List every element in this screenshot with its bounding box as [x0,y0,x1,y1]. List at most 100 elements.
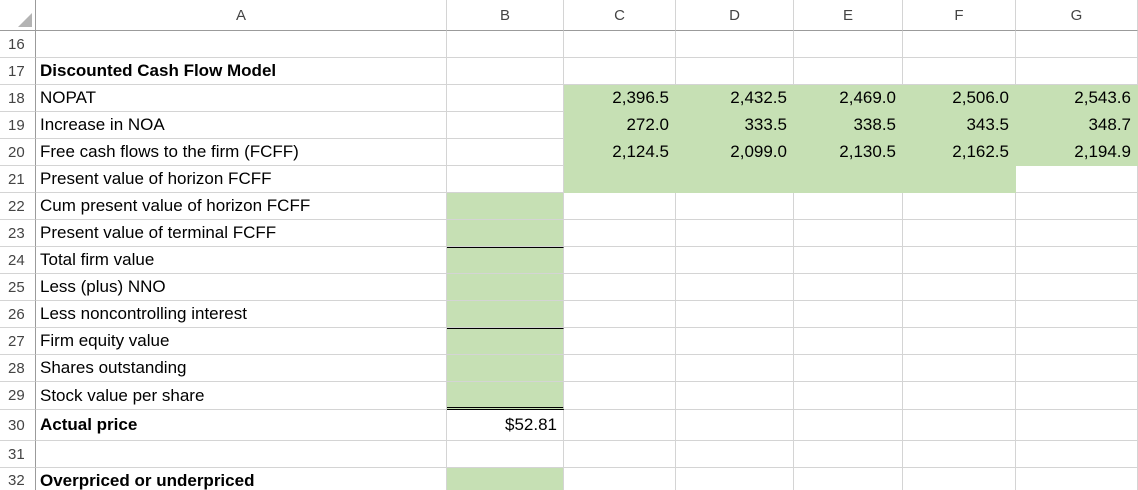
cell-f24[interactable] [903,247,1016,274]
cell-a28[interactable]: Shares outstanding [36,355,447,382]
row-header-26[interactable]: 26 [0,301,36,328]
cell-g31[interactable] [1016,441,1138,468]
cell-g21[interactable] [1016,166,1138,193]
row-header-29[interactable]: 29 [0,382,36,410]
cell-d25[interactable] [676,274,794,301]
cell-c23[interactable] [564,220,676,247]
cell-b22[interactable] [447,193,564,220]
cell-c17[interactable] [564,58,676,85]
cell-a25[interactable]: Less (plus) NNO [36,274,447,301]
cell-g18[interactable]: 2,543.6 [1016,85,1138,112]
row-header-17[interactable]: 17 [0,58,36,85]
cell-d22[interactable] [676,193,794,220]
cell-d30[interactable] [676,410,794,441]
cell-c24[interactable] [564,247,676,274]
cell-e30[interactable] [794,410,903,441]
cell-b16[interactable] [447,31,564,58]
cell-f21[interactable] [903,166,1016,193]
cell-g16[interactable] [1016,31,1138,58]
row-header-28[interactable]: 28 [0,355,36,382]
cell-f27[interactable] [903,328,1016,355]
column-header-c[interactable]: C [564,0,676,31]
cell-f29[interactable] [903,382,1016,410]
row-header-19[interactable]: 19 [0,112,36,139]
cell-d20[interactable]: 2,099.0 [676,139,794,166]
cell-f28[interactable] [903,355,1016,382]
row-header-21[interactable]: 21 [0,166,36,193]
cell-d24[interactable] [676,247,794,274]
cell-g27[interactable] [1016,328,1138,355]
cell-a16[interactable] [36,31,447,58]
cell-g30[interactable] [1016,410,1138,441]
cell-b20[interactable] [447,139,564,166]
cell-a17[interactable]: Discounted Cash Flow Model [36,58,447,85]
cell-a21[interactable]: Present value of horizon FCFF [36,166,447,193]
cell-a23[interactable]: Present value of terminal FCFF [36,220,447,247]
cell-g22[interactable] [1016,193,1138,220]
cell-b25[interactable] [447,274,564,301]
cell-a31[interactable] [36,441,447,468]
cell-e31[interactable] [794,441,903,468]
cell-b31[interactable] [447,441,564,468]
row-header-22[interactable]: 22 [0,193,36,220]
cell-a20[interactable]: Free cash flows to the firm (FCFF) [36,139,447,166]
cell-d28[interactable] [676,355,794,382]
cell-g28[interactable] [1016,355,1138,382]
cell-a32[interactable]: Overpriced or underpriced [36,468,447,490]
cell-a24[interactable]: Total firm value [36,247,447,274]
cell-b18[interactable] [447,85,564,112]
cell-e27[interactable] [794,328,903,355]
cell-c16[interactable] [564,31,676,58]
cell-d26[interactable] [676,301,794,328]
cell-e16[interactable] [794,31,903,58]
cell-e25[interactable] [794,274,903,301]
cell-f17[interactable] [903,58,1016,85]
cell-a26[interactable]: Less noncontrolling interest [36,301,447,328]
row-header-23[interactable]: 23 [0,220,36,247]
cell-c18[interactable]: 2,396.5 [564,85,676,112]
cell-d17[interactable] [676,58,794,85]
cell-b23[interactable] [447,220,564,247]
cell-a27[interactable]: Firm equity value [36,328,447,355]
cell-d23[interactable] [676,220,794,247]
cell-b17[interactable] [447,58,564,85]
cell-d29[interactable] [676,382,794,410]
cell-e28[interactable] [794,355,903,382]
cell-c28[interactable] [564,355,676,382]
cell-f25[interactable] [903,274,1016,301]
spreadsheet-grid[interactable]: A B C D E F G 16 17 Discounted Cash Flow Model 18 N… [0,0,1138,490]
row-header-27[interactable]: 27 [0,328,36,355]
cell-d32[interactable] [676,468,794,490]
cell-c31[interactable] [564,441,676,468]
row-header-25[interactable]: 25 [0,274,36,301]
row-header-18[interactable]: 18 [0,85,36,112]
cell-b19[interactable] [447,112,564,139]
select-all-corner[interactable] [0,0,36,31]
cell-a22[interactable]: Cum present value of horizon FCFF [36,193,447,220]
column-header-e[interactable]: E [794,0,903,31]
column-header-g[interactable]: G [1016,0,1138,31]
cell-g29[interactable] [1016,382,1138,410]
cell-a30[interactable]: Actual price [36,410,447,441]
cell-f30[interactable] [903,410,1016,441]
cell-d31[interactable] [676,441,794,468]
row-header-31[interactable]: 31 [0,441,36,468]
cell-a19[interactable]: Increase in NOA [36,112,447,139]
cell-f26[interactable] [903,301,1016,328]
cell-c27[interactable] [564,328,676,355]
column-header-a[interactable]: A [36,0,447,31]
cell-f19[interactable]: 343.5 [903,112,1016,139]
cell-c19[interactable]: 272.0 [564,112,676,139]
cell-b21[interactable] [447,166,564,193]
row-header-24[interactable]: 24 [0,247,36,274]
cell-g32[interactable] [1016,468,1138,490]
cell-g25[interactable] [1016,274,1138,301]
cell-c32[interactable] [564,468,676,490]
cell-f22[interactable] [903,193,1016,220]
cell-c30[interactable] [564,410,676,441]
cell-f16[interactable] [903,31,1016,58]
column-header-b[interactable]: B [447,0,564,31]
cell-f18[interactable]: 2,506.0 [903,85,1016,112]
cell-f32[interactable] [903,468,1016,490]
cell-g24[interactable] [1016,247,1138,274]
